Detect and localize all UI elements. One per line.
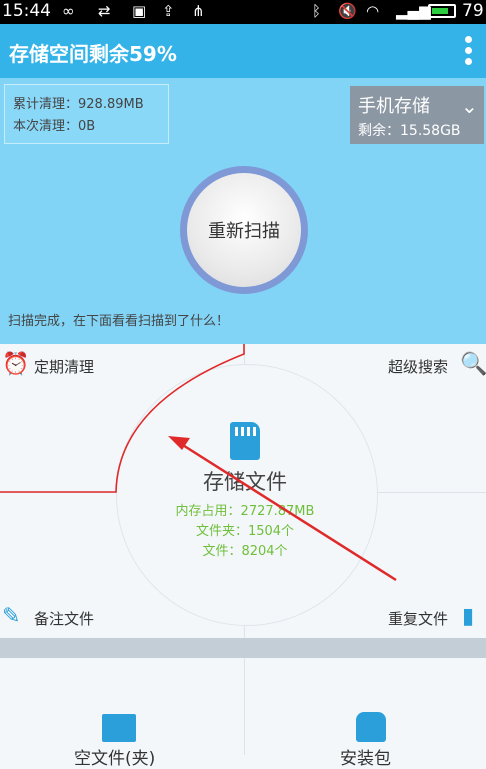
signal-icon: ▂▄▆: [396, 2, 431, 20]
storage-selector[interactable]: 手机存储 剩余：15.58GB ⌄: [350, 86, 484, 144]
grid-divider: [0, 492, 116, 493]
note-files-label: 备注文件: [34, 610, 95, 628]
alarm-clock-icon: ⏰: [2, 352, 30, 377]
storage-free: 剩余：15.58GB: [358, 123, 461, 139]
bluetooth-icon: ᛒ: [312, 2, 322, 20]
grid-divider: [244, 658, 245, 755]
upload-icon: ⇪: [162, 2, 175, 20]
overflow-menu-icon[interactable]: [465, 36, 473, 68]
file-count: 文件：8204个: [202, 544, 288, 559]
grid-divider: [376, 492, 486, 493]
section-separator: [0, 638, 486, 658]
wifi-icon: ◠: [366, 2, 380, 20]
install-package-label[interactable]: 安装包: [340, 744, 391, 769]
storage-name: 手机存储: [358, 96, 430, 117]
folder-count: 文件夹：1504个: [195, 524, 295, 539]
page-title: 存储空间剩余59%: [9, 42, 177, 66]
storage-files-title: 存储文件: [203, 470, 287, 494]
grid-divider: [244, 344, 245, 364]
mute-icon: 🔇: [338, 2, 357, 20]
total-cleaned: 累计清理：928.89MB: [13, 97, 144, 112]
chevron-down-icon: ⌄: [461, 94, 478, 118]
usb-icon: ⇄: [98, 2, 111, 20]
app-bar: 存储空间剩余59%: [0, 24, 486, 78]
category-grid: ⏰ 定期清理 超级搜索 🔍 ✎ 备注文件 重复文件 ▮ 存储文件 内存占用：27…: [0, 344, 486, 769]
this-cleaned: 本次清理：0B: [13, 119, 96, 134]
image-icon: ▣: [132, 2, 147, 20]
folder-icon: [102, 714, 136, 742]
scheduled-clean-label: 定期清理: [34, 358, 95, 376]
infinity-icon: ∞: [62, 2, 75, 20]
edit-icon: ✎: [2, 604, 21, 629]
battery-percent: 79: [462, 1, 484, 21]
share-icon: ⋔: [192, 2, 205, 20]
file-icon: ▮: [462, 604, 475, 629]
memory-usage: 内存占用：2727.87MB: [175, 504, 315, 519]
android-apk-icon: [356, 712, 386, 742]
super-search-label: 超级搜索: [388, 358, 449, 376]
rescan-button[interactable]: 重新扫描: [187, 173, 301, 287]
sd-card-icon: [230, 422, 260, 460]
status-bar: 15:44 ∞ ⇄ ▣ ⇪ ⋔ ᛒ 🔇 ◠ ▂▄▆ 79: [0, 0, 486, 24]
search-icon: 🔍: [460, 352, 486, 377]
status-time: 15:44: [2, 1, 51, 21]
duplicate-files-label: 重复文件: [388, 610, 449, 628]
scan-panel: 累计清理：928.89MB 本次清理：0B 手机存储 剩余：15.58GB ⌄ …: [0, 78, 486, 344]
scan-message: 扫描完成，在下面看看扫描到了什么！: [8, 314, 230, 329]
empty-folder-label[interactable]: 空文件(夹): [74, 744, 155, 769]
battery-icon: [428, 4, 456, 18]
clean-stats: 累计清理：928.89MB 本次清理：0B: [4, 84, 169, 144]
